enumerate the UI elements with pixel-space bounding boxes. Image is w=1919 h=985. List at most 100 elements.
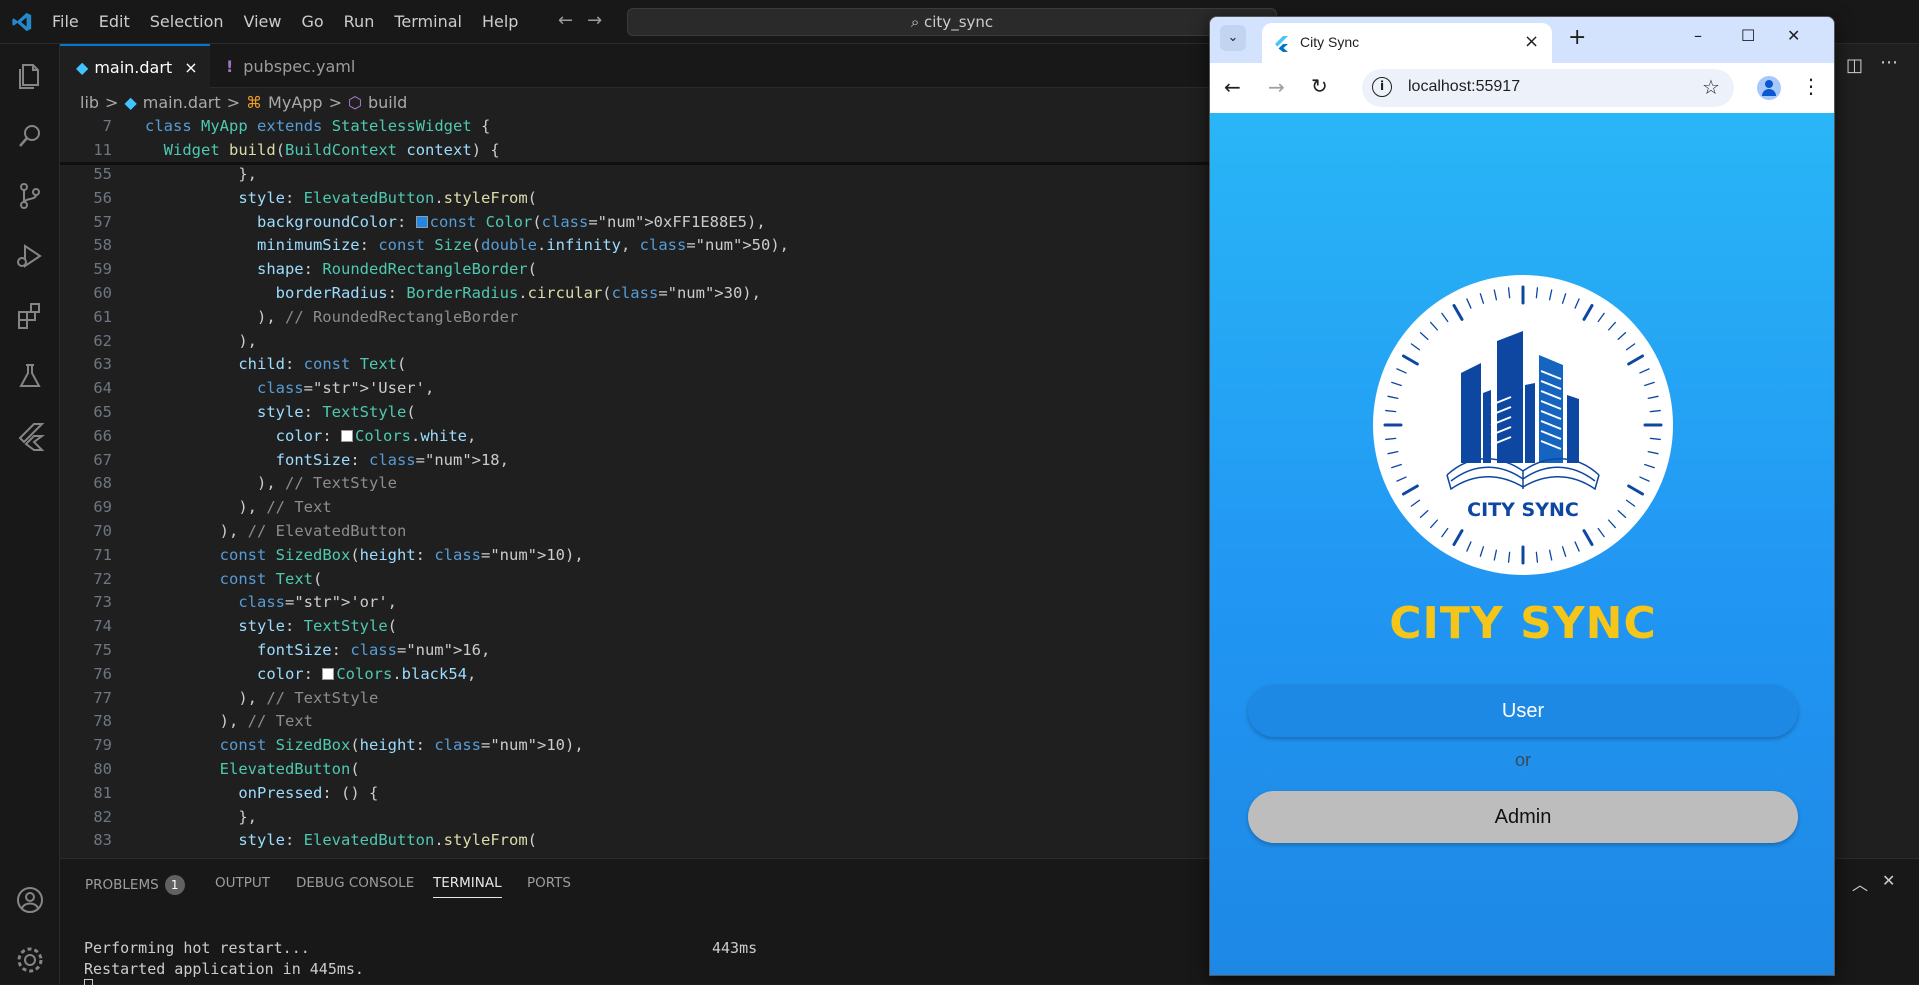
window-close-icon[interactable]: ✕ xyxy=(1787,26,1800,45)
code-line[interactable]: 83 style: ElevatedButton.styleFrom( xyxy=(60,828,1210,852)
browser-forward-icon[interactable]: → xyxy=(1268,75,1285,99)
menu-terminal[interactable]: Terminal xyxy=(394,12,462,31)
tab-terminal[interactable]: TERMINAL xyxy=(433,875,502,898)
window-minimize-icon[interactable]: – xyxy=(1694,26,1702,45)
dart-file-icon: ◆ xyxy=(76,57,89,77)
menu-edit[interactable]: Edit xyxy=(99,12,130,31)
tab-problems[interactable]: PROBLEMS 1 xyxy=(85,875,185,895)
extensions-icon[interactable] xyxy=(14,300,46,332)
flutter-icon[interactable] xyxy=(14,420,46,452)
menu-run[interactable]: Run xyxy=(344,12,375,31)
line-code: fontSize: class="num">18, xyxy=(275,450,509,469)
line-number: 64 xyxy=(93,379,112,398)
code-line[interactable]: 71 const SizedBox(height: class="num">10… xyxy=(60,543,1210,567)
menu-selection[interactable]: Selection xyxy=(150,12,224,31)
settings-gear-icon[interactable] xyxy=(14,944,46,976)
tab-ports[interactable]: PORTS xyxy=(527,875,571,891)
breadcrumb-folder[interactable]: lib xyxy=(80,93,99,112)
new-tab-icon[interactable]: + xyxy=(1568,25,1586,50)
tab-output[interactable]: OUTPUT xyxy=(215,875,270,891)
testing-icon[interactable] xyxy=(14,360,46,392)
site-info-icon[interactable]: i xyxy=(1372,77,1392,97)
code-line[interactable]: 67 fontSize: class="num">18, xyxy=(60,448,1210,472)
run-debug-icon[interactable] xyxy=(14,240,46,272)
maximize-panel-icon[interactable]: ︿ xyxy=(1852,871,1868,895)
code-line[interactable]: 76 color: Colors.black54, xyxy=(60,662,1210,686)
address-bar[interactable]: i localhost:55917 ☆ xyxy=(1362,69,1734,107)
breadcrumb-method[interactable]: build xyxy=(368,93,407,112)
source-control-icon[interactable] xyxy=(14,180,46,212)
code-line[interactable]: 66 color: Colors.white, xyxy=(60,424,1210,448)
split-editor-icon[interactable]: ◫ xyxy=(1846,55,1863,76)
line-number: 57 xyxy=(93,212,112,231)
clock-tick xyxy=(1430,321,1439,331)
code-line[interactable]: 60 borderRadius: BorderRadius.circular(c… xyxy=(60,281,1210,305)
code-line[interactable]: 72 const Text( xyxy=(60,567,1210,591)
admin-button[interactable]: Admin xyxy=(1248,791,1798,843)
code-line[interactable]: 68 ), // TextStyle xyxy=(60,471,1210,495)
window-maximize-icon[interactable]: ☐ xyxy=(1741,26,1755,45)
code-line[interactable]: 57 backgroundColor: const Color(class="n… xyxy=(60,210,1210,234)
code-line[interactable]: 65 style: TextStyle( xyxy=(60,400,1210,424)
menu-help[interactable]: Help xyxy=(482,12,518,31)
code-line[interactable]: 69 ), // Text xyxy=(60,495,1210,519)
user-button[interactable]: User xyxy=(1248,685,1798,737)
search-icon[interactable] xyxy=(14,120,46,152)
menu-view[interactable]: View xyxy=(244,12,282,31)
breadcrumb-class[interactable]: MyApp xyxy=(268,93,323,112)
breadcrumb-file[interactable]: main.dart xyxy=(143,93,221,112)
tab-pubspec-yaml[interactable]: ! pubspec.yaml xyxy=(210,44,380,88)
browser-reload-icon[interactable]: ↻ xyxy=(1311,74,1328,98)
code-line[interactable]: 75 fontSize: class="num">16, xyxy=(60,638,1210,662)
tab-search-chevron-icon[interactable]: ⌄ xyxy=(1220,25,1246,51)
clock-tick xyxy=(1574,298,1580,309)
code-line[interactable]: 58 minimumSize: const Size(double.infini… xyxy=(60,233,1210,257)
sticky-scroll-line[interactable]: 7 class MyApp extends StatelessWidget { xyxy=(60,114,1210,138)
tab-main-dart[interactable]: ◆ main.dart × xyxy=(60,44,210,88)
code-line[interactable]: 59 shape: RoundedRectangleBorder( xyxy=(60,257,1210,281)
code-line[interactable]: 81 onPressed: () { xyxy=(60,781,1210,805)
clock-tick xyxy=(1548,289,1553,301)
code-line[interactable]: 70 ), // ElevatedButton xyxy=(60,519,1210,543)
account-icon[interactable] xyxy=(14,884,46,916)
code-line[interactable]: 80 ElevatedButton( xyxy=(60,757,1210,781)
tab-debug-console[interactable]: DEBUG CONSOLE xyxy=(296,875,414,891)
code-line[interactable]: 73 class="str">'or', xyxy=(60,590,1210,614)
code-line[interactable]: 55 }, xyxy=(60,162,1210,186)
menu-go[interactable]: Go xyxy=(301,12,323,31)
browser-back-icon[interactable]: ← xyxy=(1224,75,1241,99)
line-number: 77 xyxy=(93,688,112,707)
code-line[interactable]: 64 class="str">'User', xyxy=(60,376,1210,400)
code-line[interactable]: 78 ), // Text xyxy=(60,709,1210,733)
menu-file[interactable]: File xyxy=(52,12,79,31)
clock-tick xyxy=(1644,463,1655,469)
command-center[interactable]: ⌕ city_sync xyxy=(627,8,1277,36)
code-line[interactable]: 61 ), // RoundedRectangleBorder xyxy=(60,305,1210,329)
close-panel-icon[interactable]: ✕ xyxy=(1882,871,1895,890)
sticky-scroll-line[interactable]: 11 Widget build(BuildContext context) { xyxy=(60,138,1210,162)
line-code: class="str">'User', xyxy=(256,379,435,398)
line-number: 70 xyxy=(93,522,112,540)
code-line[interactable]: 79 const SizedBox(height: class="num">10… xyxy=(60,733,1210,757)
back-arrow-icon[interactable]: ← xyxy=(558,10,573,31)
line-number: 59 xyxy=(93,260,112,279)
browser-tab-close-icon[interactable]: × xyxy=(1524,31,1539,52)
tab-close-icon[interactable]: × xyxy=(184,58,197,77)
profile-avatar-icon[interactable] xyxy=(1757,76,1781,100)
code-line[interactable]: 77 ), // TextStyle xyxy=(60,686,1210,710)
explorer-icon[interactable] xyxy=(14,60,46,92)
more-actions-icon[interactable]: ⋯ xyxy=(1880,52,1898,73)
code-editor[interactable]: 7 class MyApp extends StatelessWidget {11… xyxy=(60,114,1210,858)
problems-count-badge: 1 xyxy=(164,875,185,895)
code-line[interactable]: 63 child: const Text( xyxy=(60,352,1210,376)
clock-tick xyxy=(1627,354,1645,366)
code-line[interactable]: 74 style: TextStyle( xyxy=(60,614,1210,638)
forward-arrow-icon[interactable]: → xyxy=(587,10,602,31)
code-line[interactable]: 56 style: ElevatedButton.styleFrom( xyxy=(60,186,1210,210)
clock-tick xyxy=(1535,287,1539,299)
browser-menu-icon[interactable]: ⋮ xyxy=(1801,74,1821,98)
code-line[interactable]: 62 ), xyxy=(60,329,1210,353)
code-line[interactable]: 82 }, xyxy=(60,805,1210,829)
bookmark-star-icon[interactable]: ☆ xyxy=(1702,75,1720,99)
browser-tab-city-sync[interactable]: City Sync × xyxy=(1262,23,1552,63)
